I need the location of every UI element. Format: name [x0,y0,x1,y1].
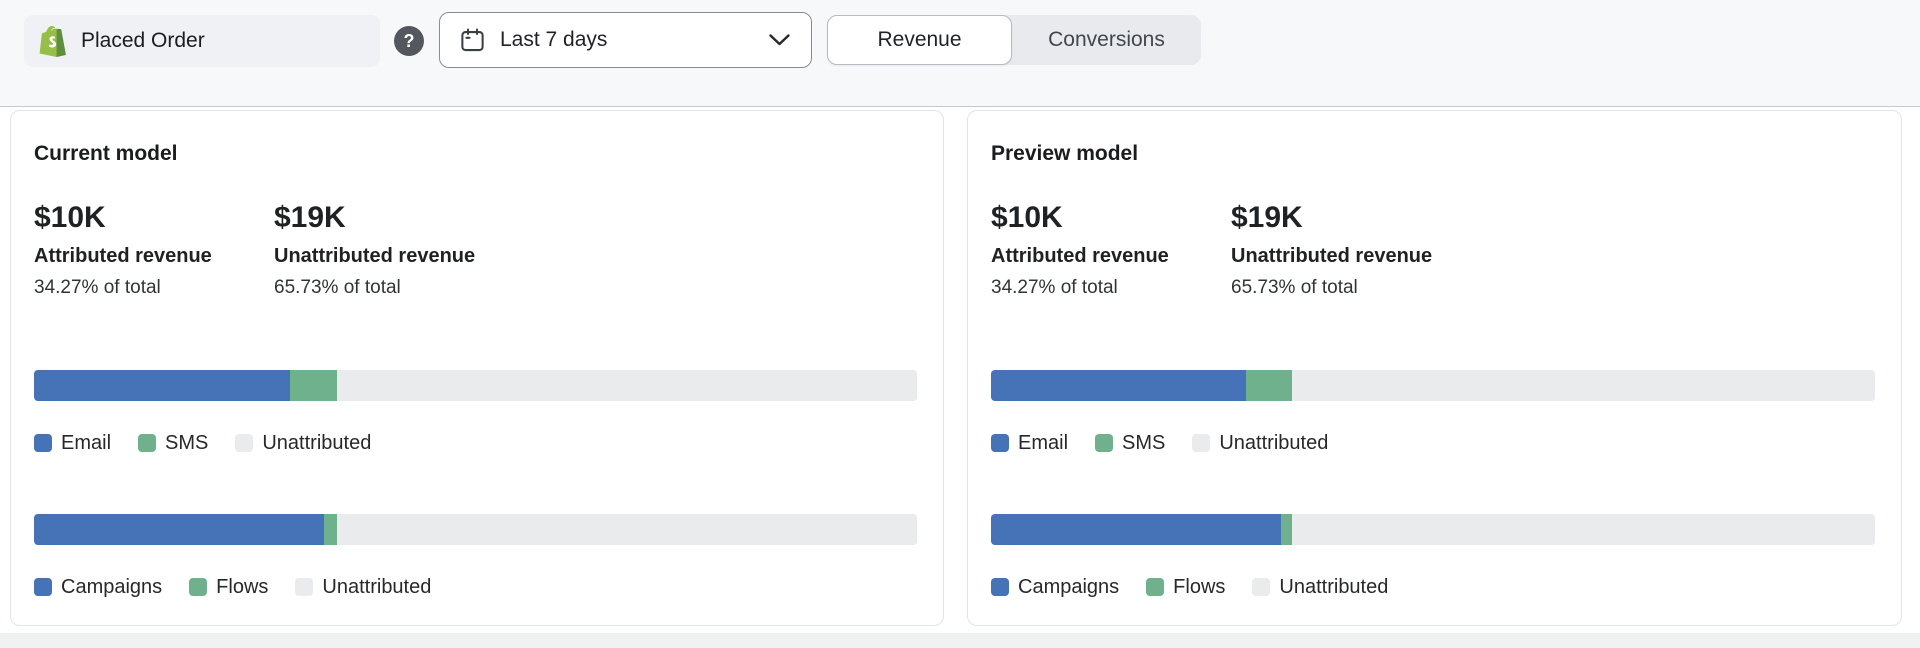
toggle-option-revenue[interactable]: Revenue [827,15,1012,65]
legend-item-unattributed: Unattributed [295,575,431,599]
attribution-chart: Campaigns Flows Unattributed [34,514,917,599]
chart-legend: Email SMS Unattributed [991,431,1875,455]
model-card-preview-model: Preview model $10K Attributed revenue 34… [967,110,1902,626]
stat-value: $19K [1231,201,1471,235]
card-title: Preview model [991,141,1875,167]
attribution-chart: Email SMS Unattributed [34,370,917,455]
legend-item-campaigns: Campaigns [34,575,162,599]
bar-segment-campaigns [991,514,1281,545]
stat-value: $19K [274,201,514,235]
legend-label: Unattributed [262,431,371,455]
shopify-icon [38,25,68,58]
bar-segment-unattributed [1292,514,1875,545]
legend-label: Flows [216,575,268,599]
stat-label: Unattributed revenue [274,243,514,269]
legend-swatch-email [991,434,1009,452]
toolbar: Placed Order ? Last 7 days Revenue Conve… [0,0,1920,107]
legend-swatch-email [34,434,52,452]
help-icon[interactable]: ? [394,26,424,56]
chart-legend: Email SMS Unattributed [34,431,917,455]
legend-swatch-campaigns [34,578,52,596]
legend-label: Email [1018,431,1068,455]
view-toggle: Revenue Conversions [827,15,1201,65]
bar-segment-campaigns [34,514,324,545]
attribution-chart: Campaigns Flows Unattributed [991,514,1875,599]
stat-label: Attributed revenue [34,243,274,269]
bar-segment-flows [324,514,337,545]
legend-item-campaigns: Campaigns [991,575,1119,599]
metric-selector-chip[interactable]: Placed Order [24,15,380,67]
stacked-bar [991,514,1875,545]
stats-row: $10K Attributed revenue 34.27% of total … [34,201,917,300]
bar-segment-flows [1281,514,1292,545]
stat-percent-of-total: 34.27% of total [34,276,274,300]
legend-label: Unattributed [322,575,431,599]
legend-swatch-unattributed [1252,578,1270,596]
legend-label: Email [61,431,111,455]
calendar-icon [459,27,486,54]
stat-percent-of-total: 65.73% of total [274,276,514,300]
legend-swatch-sms [1095,434,1113,452]
stat-label: Attributed revenue [991,243,1231,269]
stat-attributed-revenue: $10K Attributed revenue 34.27% of total [991,201,1231,300]
stat-value: $10K [991,201,1231,235]
bar-segment-sms [290,370,337,401]
legend-swatch-unattributed [295,578,313,596]
date-range-value: Last 7 days [500,28,607,52]
legend-item-email: Email [34,431,111,455]
legend-label: Unattributed [1219,431,1328,455]
legend-label: SMS [165,431,208,455]
stat-unattributed-revenue: $19K Unattributed revenue 65.73% of tota… [1231,201,1471,300]
legend-item-unattributed: Unattributed [1192,431,1328,455]
bar-segment-email [34,370,290,401]
legend-swatch-sms [138,434,156,452]
legend-label: Flows [1173,575,1225,599]
model-comparison-area: Current model $10K Attributed revenue 34… [0,110,1920,626]
legend-item-unattributed: Unattributed [1252,575,1388,599]
bottom-section-edge [0,633,1920,648]
legend-item-flows: Flows [1146,575,1225,599]
chevron-down-icon [768,33,791,47]
stat-value: $10K [34,201,274,235]
stacked-bar [34,370,917,401]
bar-segment-unattributed [337,514,917,545]
stacked-bar [34,514,917,545]
legend-label: SMS [1122,431,1165,455]
legend-swatch-unattributed [235,434,253,452]
legend-item-email: Email [991,431,1068,455]
legend-label: Campaigns [61,575,162,599]
legend-swatch-flows [189,578,207,596]
card-title: Current model [34,141,917,167]
legend-item-unattributed: Unattributed [235,431,371,455]
attribution-chart: Email SMS Unattributed [991,370,1875,455]
legend-label: Campaigns [1018,575,1119,599]
stats-row: $10K Attributed revenue 34.27% of total … [991,201,1875,300]
model-card-current-model: Current model $10K Attributed revenue 34… [10,110,944,626]
stat-label: Unattributed revenue [1231,243,1471,269]
bar-segment-unattributed [1292,370,1875,401]
legend-swatch-campaigns [991,578,1009,596]
date-range-dropdown[interactable]: Last 7 days [439,12,812,68]
metric-chip-label: Placed Order [81,29,205,53]
legend-item-sms: SMS [138,431,208,455]
stat-percent-of-total: 34.27% of total [991,276,1231,300]
stacked-bar [991,370,1875,401]
legend-swatch-unattributed [1192,434,1210,452]
chart-legend: Campaigns Flows Unattributed [991,575,1875,599]
legend-item-sms: SMS [1095,431,1165,455]
legend-label: Unattributed [1279,575,1388,599]
bar-segment-sms [1246,370,1292,401]
bar-segment-email [991,370,1246,401]
bar-segment-unattributed [337,370,917,401]
legend-item-flows: Flows [189,575,268,599]
stat-percent-of-total: 65.73% of total [1231,276,1471,300]
toggle-option-conversions[interactable]: Conversions [1012,15,1201,65]
stat-unattributed-revenue: $19K Unattributed revenue 65.73% of tota… [274,201,514,300]
legend-swatch-flows [1146,578,1164,596]
stat-attributed-revenue: $10K Attributed revenue 34.27% of total [34,201,274,300]
chart-legend: Campaigns Flows Unattributed [34,575,917,599]
